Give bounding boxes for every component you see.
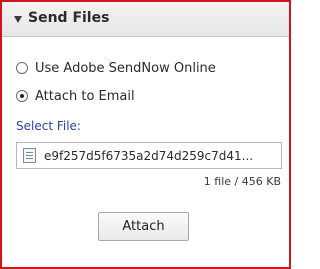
selected-file-name: e9f257d5f6735a2d74d259c7d41...: [44, 149, 254, 163]
attach-button[interactable]: Attach: [98, 212, 189, 241]
attach-to-email-label: Attach to Email: [35, 88, 135, 104]
option-attach-to-email[interactable]: Attach to Email: [16, 87, 135, 105]
collapse-triangle-icon[interactable]: [14, 16, 22, 23]
send-files-panel: Send Files Use Adobe SendNow Online Atta…: [0, 0, 291, 269]
option-sendnow-online[interactable]: Use Adobe SendNow Online: [16, 59, 216, 77]
file-summary: 1 file / 456 KB: [203, 175, 281, 188]
select-file-label: Select File:: [16, 119, 81, 133]
sendnow-online-label: Use Adobe SendNow Online: [35, 60, 216, 76]
document-icon: [23, 148, 36, 163]
send-files-header[interactable]: Send Files: [2, 2, 289, 37]
sendnow-online-radio[interactable]: [16, 62, 28, 74]
selected-file-field[interactable]: e9f257d5f6735a2d74d259c7d41...: [16, 142, 282, 169]
attach-to-email-radio[interactable]: [16, 90, 28, 102]
panel-title: Send Files: [28, 10, 110, 26]
